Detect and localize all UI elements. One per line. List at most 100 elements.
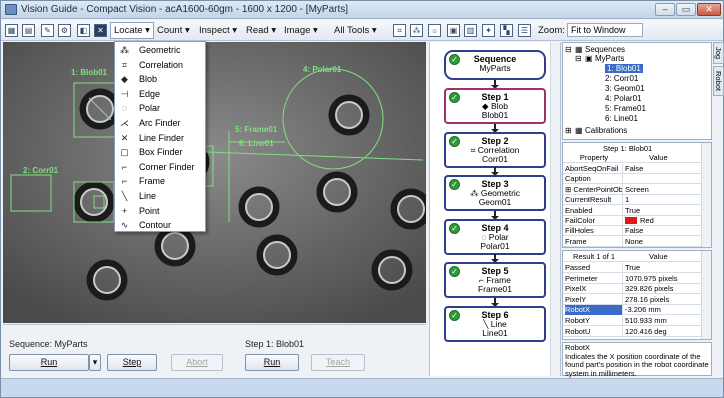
flow-sequence-node[interactable]: ✓ Sequence MyParts <box>444 50 546 80</box>
flow-step-6[interactable]: ✓ Step 6 ╲ Line Line01 <box>444 305 546 342</box>
step-button[interactable]: Step <box>107 354 157 371</box>
locate-menu-item-corner-finder[interactable]: ⌐ Corner Finder <box>115 160 205 175</box>
abort-button[interactable]: Abort <box>171 354 223 371</box>
settings-icon[interactable]: ⚙ <box>58 24 71 37</box>
overlay-blob-label: 1: Blob01 <box>71 68 108 77</box>
tree-calib-expand-icon[interactable]: ⊞ <box>565 126 572 135</box>
locate-menu-item-arc-finder[interactable]: ⋌ Arc Finder <box>115 116 205 131</box>
run-sequence-icon[interactable]: ⌗ <box>393 24 406 37</box>
flow-step-4[interactable]: ✓ Step 4 ◌ Polar Polar01 <box>444 218 546 255</box>
props-scrollbar[interactable] <box>701 143 711 247</box>
locate-menu-label: Corner Finder <box>139 161 195 172</box>
close-button[interactable]: ✕ <box>697 3 721 16</box>
result-row[interactable]: RobotX -3.206 mm <box>563 305 701 316</box>
tree-step-item[interactable]: 2: Corr01 <box>605 74 638 83</box>
locate-menu-item-box-finder[interactable]: ▢ Box Finder <box>115 145 205 160</box>
wizard-icon[interactable]: ✎ <box>41 24 54 37</box>
run-dropdown-button[interactable]: ▾ <box>89 354 101 371</box>
sequences-folder-icon: ▦ <box>575 45 583 54</box>
result-row[interactable]: PixelX 329.826 pixels <box>563 284 701 295</box>
property-row[interactable]: AbortSeqOnFail False <box>563 164 701 174</box>
tree-step-item[interactable]: 6: Line01 <box>605 114 638 123</box>
toolbar: ▦ ▤ ✎ ⚙ ◧ ✕ Locate ▾ Count ▾ Inspect ▾ R… <box>1 20 723 41</box>
menu-inspect[interactable]: Inspect ▾ <box>199 25 237 36</box>
frame-icon: ⌐ <box>121 176 128 187</box>
flow-step-name: Line01 <box>482 327 508 338</box>
teach-icon[interactable]: ⁂ <box>410 24 423 37</box>
locate-dropdown-menu: ⁂ Geometric ⌗ Correlation ◆ Blob ⊣ Edge ◌ Polar ⋌ A… <box>114 41 206 232</box>
locate-menu-item-correlation[interactable]: ⌗ Correlation <box>115 58 205 73</box>
robot-icon[interactable]: ☼ <box>428 24 441 37</box>
property-value-text: Screen <box>625 184 649 194</box>
run-button[interactable]: Run <box>9 354 89 371</box>
property-row[interactable]: Frame None <box>563 236 701 247</box>
title-bar: Vision Guide - Compact Vision - acA1600-… <box>1 1 723 19</box>
flow-arrow <box>491 254 499 263</box>
properties-icon[interactable]: ☰ <box>518 24 531 37</box>
property-row[interactable]: Enabled True <box>563 205 701 216</box>
property-row[interactable]: ⊞ CenterPointObjectScreen <box>563 184 701 195</box>
check-icon: ✓ <box>449 222 460 234</box>
locate-menu-item-line[interactable]: ╲ Line <box>115 189 205 204</box>
tree-step-item[interactable]: 3: Geom01 <box>605 84 645 93</box>
tree-calibrations[interactable]: Calibrations <box>585 126 627 135</box>
right-pane: ⊟ ▦ Sequences ⊟ ▣ MyParts 1: Blob01 2: Co… <box>562 42 712 377</box>
tree-root-sequences[interactable]: Sequences <box>585 45 625 54</box>
new-icon[interactable]: ▦ <box>5 24 18 37</box>
flow-step-2[interactable]: ✓ Step 2 ⌗ Correlation Corr01 <box>444 131 546 168</box>
locate-menu-label: Point <box>139 205 160 216</box>
tree-step-item[interactable]: 1: Blob01 <box>605 64 643 73</box>
teach-button[interactable]: Teach <box>311 354 365 371</box>
locate-menu-item-geometric[interactable]: ⁂ Geometric <box>115 43 205 58</box>
property-row[interactable]: Caption <box>563 174 701 185</box>
locate-menu-item-polar[interactable]: ◌ Polar <box>115 101 205 116</box>
tab-robot[interactable]: Robot <box>713 66 724 96</box>
menu-read[interactable]: Read ▾ <box>246 25 276 36</box>
flow-scrollbar[interactable] <box>550 42 560 376</box>
results-header-text: Result 1 of 1 <box>572 252 616 261</box>
tree-step-item[interactable]: 5: Frame01 <box>605 104 646 113</box>
results-scrollbar[interactable] <box>701 251 711 339</box>
result-row[interactable]: RobotU 120.416 deg <box>563 326 701 337</box>
image-canvas[interactable]: 1: Blob01 2: Corr01 5: Frame01 6: Line01… <box>3 42 426 323</box>
property-row[interactable]: FailColor Red <box>563 216 701 226</box>
property-key: CurrentResult <box>565 195 623 206</box>
tree-collapse-icon[interactable]: ⊟ <box>565 45 572 54</box>
image-icon[interactable]: ▣ <box>447 24 460 37</box>
property-row[interactable]: FillHoles False <box>563 226 701 237</box>
result-row[interactable]: PixelY 278.16 pixels <box>563 294 701 305</box>
minimize-button[interactable]: – <box>655 3 675 16</box>
step-run-button[interactable]: Run <box>245 354 299 371</box>
locate-menu-item-line-finder[interactable]: ✕ Line Finder <box>115 131 205 146</box>
calibrate-icon[interactable]: ✦ <box>482 24 495 37</box>
zoom-select[interactable]: Fit to Window <box>567 23 643 37</box>
flow-step-5[interactable]: ✓ Step 5 ⌐ Frame Frame01 <box>444 262 546 298</box>
tree-seq-collapse-icon[interactable]: ⊟ <box>575 54 582 63</box>
menu-count[interactable]: Count ▾ <box>157 25 190 36</box>
menu-all-tools[interactable]: All Tools ▾ <box>334 25 377 36</box>
delete-icon[interactable]: ✕ <box>94 24 107 37</box>
result-row[interactable]: Passed True <box>563 263 701 273</box>
locate-menu-item-point[interactable]: + Point <box>115 204 205 219</box>
property-row[interactable]: CurrentResult 1 <box>563 195 701 206</box>
flow-arrow <box>491 297 499 307</box>
property-value-text: False <box>625 226 644 236</box>
tree-step-item[interactable]: 4: Polar01 <box>605 94 641 103</box>
flow-step-3[interactable]: ✓ Step 3 ⁂ Geometric Geom01 <box>444 175 546 211</box>
flow-step-1[interactable]: ✓ Step 1 ◆ Blob Blob01 <box>444 88 546 124</box>
locate-menu-item-frame[interactable]: ⌐ Frame <box>115 174 205 189</box>
locate-menu-item-blob[interactable]: ◆ Blob <box>115 72 205 87</box>
menu-image[interactable]: Image ▾ <box>284 25 318 36</box>
result-row[interactable]: RobotY 510.933 mm <box>563 316 701 326</box>
copy-icon[interactable]: ◧ <box>77 24 90 37</box>
locate-menu-item-contour[interactable]: ∿ Contour <box>115 218 205 233</box>
chart-icon[interactable]: ▥ <box>464 24 477 37</box>
maximize-button[interactable]: ▭ <box>676 3 696 16</box>
layout-icon[interactable]: ▚ <box>500 24 513 37</box>
tab-jog[interactable]: Jog <box>713 42 724 64</box>
tree-seq-myparts[interactable]: MyParts <box>595 54 624 63</box>
menu-locate[interactable]: Locate ▾ <box>110 22 154 39</box>
result-row[interactable]: Perimeter 1070.975 pixels <box>563 273 701 284</box>
open-icon[interactable]: ▤ <box>22 24 35 37</box>
locate-menu-item-edge[interactable]: ⊣ Edge <box>115 87 205 102</box>
